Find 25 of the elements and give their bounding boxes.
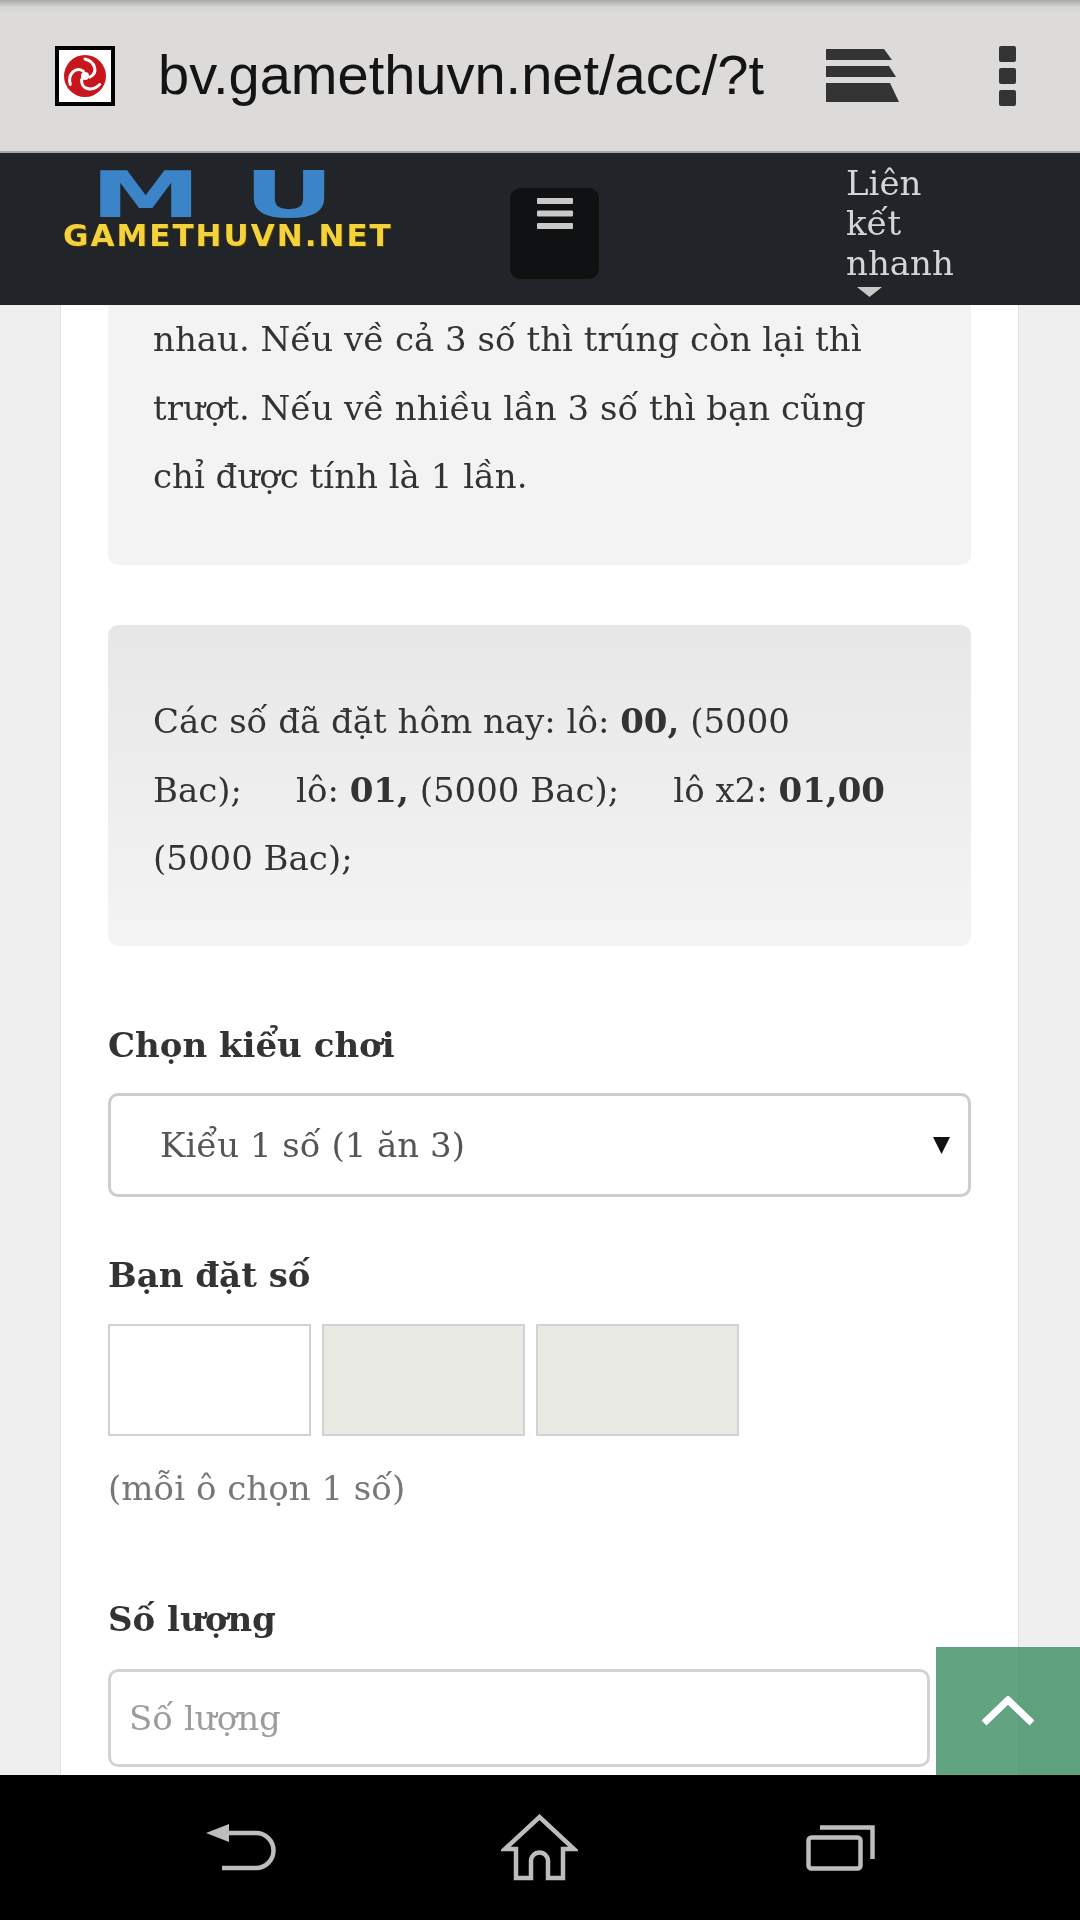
menu-icon (536, 198, 573, 229)
logo-wordmark: GAMETHUVN.NET (63, 223, 393, 248)
back-icon[interactable] (206, 1822, 276, 1873)
recent-apps-icon[interactable] (806, 1824, 875, 1871)
number-input[interactable] (108, 1324, 311, 1436)
field-label: Bạn đặt số (108, 1254, 311, 1297)
play-type-select[interactable]: Kiểu 1 số (1 ăn 3) (108, 1093, 971, 1197)
field-label: Chọn kiểu chơi (108, 1024, 395, 1067)
quick-links-dropdown[interactable]: Liên kết nhanh (846, 163, 976, 297)
address-bar-url[interactable]: bv.gamethuvn.net/acc/?t (158, 43, 764, 108)
rules-text: nhau. Nếu về cả 3 số thì trúng còn lại thì trượt. Nếu về nhiều lần 3 số thì bạn cũng chỉ được tính là 1 lần. (153, 318, 867, 498)
bets-summary-text: Các số đã đặt hôm nay: lô: 00, (5000 Bac); lô: 01, (5000 Bac); lô x2: 01,00 (5000 Bac); (153, 700, 886, 880)
tabs-icon[interactable] (826, 49, 899, 102)
home-icon[interactable] (501, 1814, 578, 1881)
back-to-top-button[interactable] (936, 1647, 1080, 1775)
chevron-up-icon (980, 1696, 1036, 1726)
swirl-icon (55, 45, 115, 106)
caret-down-icon (933, 1136, 950, 1154)
more-options-icon[interactable] (999, 45, 1016, 106)
field-label: Số lượng (108, 1598, 276, 1641)
menu-toggle-button[interactable] (510, 188, 599, 279)
logo-letters: MU (90, 172, 377, 219)
caret-down-icon (857, 287, 882, 297)
field-hint: (mỗi ô chọn 1 số) (108, 1467, 406, 1510)
quantity-input[interactable]: Số lượng (108, 1669, 930, 1767)
